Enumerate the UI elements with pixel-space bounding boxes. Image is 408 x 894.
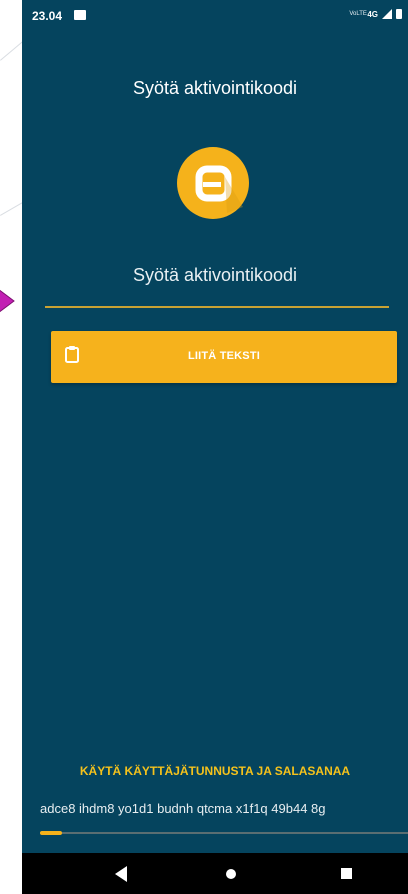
paste-text-label: LIITÄ TEKSTI: [187, 350, 261, 362]
pointer-marker-icon: [0, 283, 18, 324]
status-bar: 23.04 VoLTE 4G: [22, 0, 408, 34]
use-username-password-link[interactable]: KÄYTÄ KÄYTTÄJÄTUNNUSTA JA SALASANAA: [22, 764, 408, 778]
gallery-notification-icon: [74, 10, 86, 20]
navigation-bar: [22, 853, 408, 894]
activation-code-text: adce8 ihdm8 yo1d1 budnh qtcma x1f1q 49b4…: [40, 801, 326, 816]
recent-apps-icon[interactable]: [341, 868, 352, 879]
network-type: 4G: [367, 9, 378, 19]
volte-indicator: VoLTE: [349, 11, 367, 17]
status-time: 23.04: [32, 9, 63, 23]
app-logo-icon: [177, 147, 249, 219]
activation-code-underline: [45, 306, 389, 308]
paste-text-button[interactable]: LIITÄ TEKSTI: [51, 331, 397, 383]
status-indicators: VoLTE 4G: [349, 9, 402, 19]
battery-icon: [396, 9, 402, 19]
activation-code-label[interactable]: Syötä aktivointikoodi: [22, 265, 408, 286]
scrollbar-track[interactable]: [40, 832, 408, 834]
signal-icon: [382, 9, 392, 19]
phone-screen: 23.04 VoLTE 4G Syötä aktivointikoodi Syö…: [22, 0, 408, 894]
page-title: Syötä aktivointikoodi: [132, 78, 298, 98]
back-icon[interactable]: [115, 866, 127, 882]
home-icon[interactable]: [226, 869, 236, 879]
scrollbar-thumb[interactable]: [40, 831, 62, 835]
